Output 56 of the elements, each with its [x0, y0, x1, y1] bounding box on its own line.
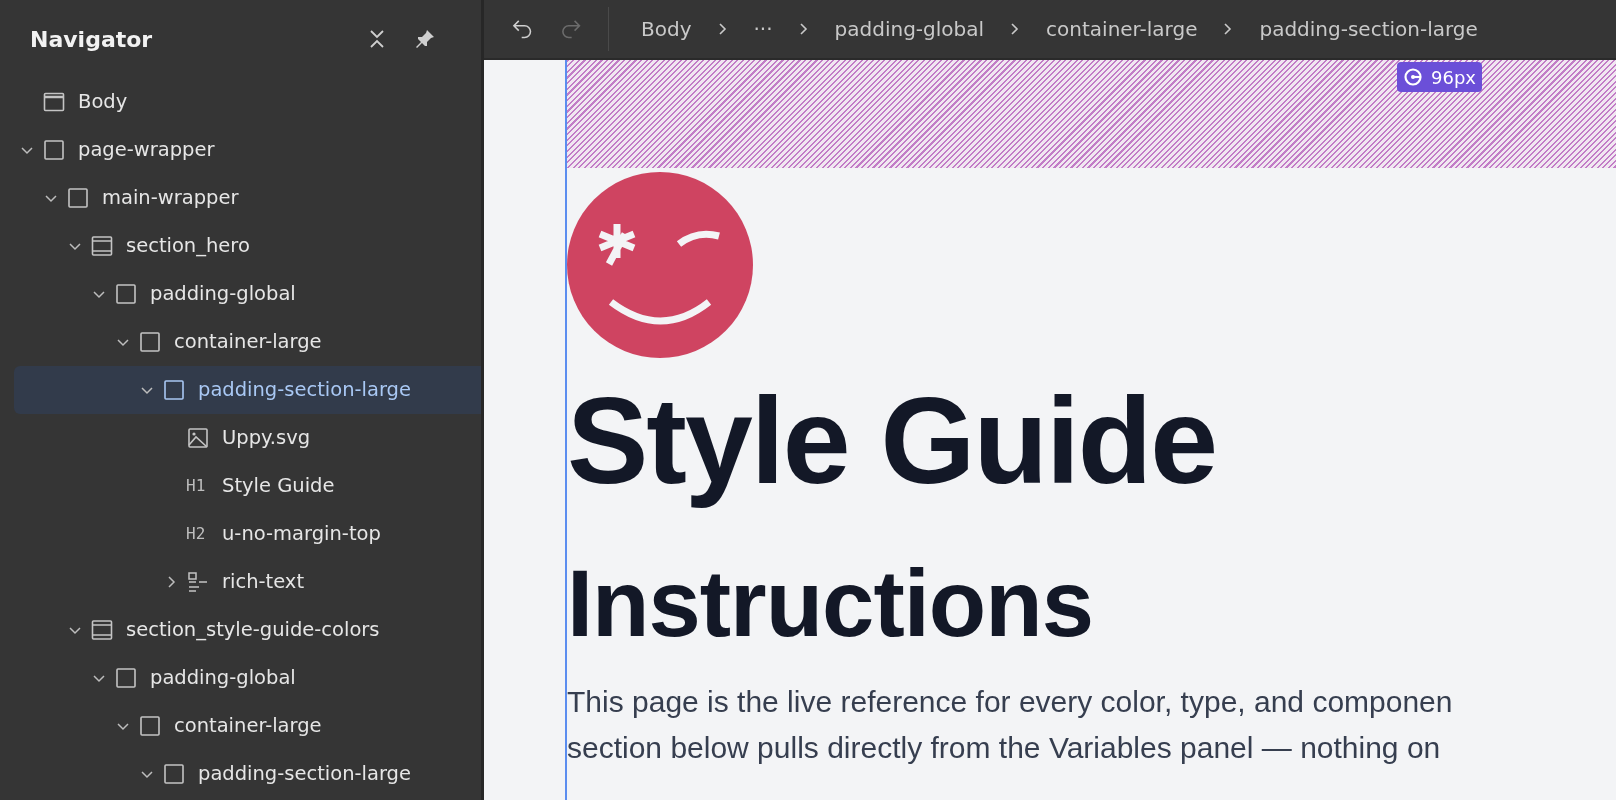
- tree-item-label: container-large: [174, 713, 322, 740]
- tree-item-label: Style Guide: [222, 473, 335, 500]
- image-icon: [186, 426, 210, 450]
- square-icon: [162, 762, 186, 786]
- square-icon: [114, 666, 138, 690]
- square-icon: [162, 378, 186, 402]
- tree-item-label: rich-text: [222, 569, 305, 596]
- tree-item[interactable]: padding-global: [14, 270, 481, 318]
- tree-item-label: Uppy.svg: [222, 425, 311, 452]
- tree-item[interactable]: Body: [14, 78, 481, 126]
- tree-item[interactable]: section_style-guide-colors: [14, 606, 481, 654]
- rich-text-icon: [186, 570, 210, 594]
- tree-item[interactable]: padding-section-large: [14, 366, 481, 414]
- heading-tag: H1: [186, 474, 210, 498]
- body-icon: [42, 90, 66, 114]
- square-icon: [66, 186, 90, 210]
- tree-item[interactable]: container-large: [14, 702, 481, 750]
- tree-item-label: section_style-guide-colors: [126, 617, 380, 644]
- tree-item[interactable]: section_hero: [14, 222, 481, 270]
- square-icon: [138, 714, 162, 738]
- heading-tag: H2: [186, 522, 210, 546]
- tree-item-label: page-wrapper: [78, 137, 215, 164]
- breadcrumb-item[interactable]: padding-global: [834, 14, 985, 44]
- square-icon: [114, 282, 138, 306]
- tree-item[interactable]: main-wrapper: [14, 174, 481, 222]
- breadcrumb-item[interactable]: container-large: [1046, 14, 1198, 44]
- tree-item-label: container-large: [174, 329, 322, 356]
- breadcrumb-item[interactable]: Body: [641, 14, 692, 44]
- intro-paragraph: This page is the live reference for every color, type, and componen section below pulls directly from the Variables panel — nothing on: [567, 684, 1454, 767]
- panel-title: Navigator: [30, 25, 153, 54]
- page-heading: Style Guide: [567, 372, 1218, 511]
- tree-item-label: padding-section-large: [198, 761, 411, 788]
- tree-item[interactable]: page-wrapper: [14, 126, 481, 174]
- tree-item-label: main-wrapper: [102, 185, 239, 212]
- tree-item[interactable]: container-large: [14, 318, 481, 366]
- tree-item[interactable]: Uppy.svg: [14, 414, 481, 462]
- tree-item[interactable]: H1 Style Guide: [14, 462, 481, 510]
- tree-item-label: section_hero: [126, 233, 250, 260]
- tree-item[interactable]: rich-text: [14, 558, 481, 606]
- tree-item-label: padding-global: [150, 665, 296, 692]
- tree-item-label: padding-section-large: [198, 377, 411, 404]
- spacing-icon: [1403, 67, 1423, 87]
- tree-item[interactable]: H2 u-no-margin-top: [14, 510, 481, 558]
- section-icon: [90, 618, 114, 642]
- square-icon: [138, 330, 162, 354]
- section-heading: Instructions: [567, 550, 1094, 659]
- tree-item-label: u-no-margin-top: [222, 521, 381, 548]
- tree-item-label: padding-global: [150, 281, 296, 308]
- spacing-value: 96px: [1431, 65, 1476, 90]
- square-icon: [42, 138, 66, 162]
- tree-item-label: Body: [78, 89, 128, 116]
- breadcrumb-item[interactable]: padding-section-large: [1259, 14, 1478, 44]
- tree-item[interactable]: padding-global: [14, 654, 481, 702]
- breadcrumb-item[interactable]: ···: [753, 14, 773, 44]
- tree-item[interactable]: padding-section-large: [14, 750, 481, 798]
- section-icon: [90, 234, 114, 258]
